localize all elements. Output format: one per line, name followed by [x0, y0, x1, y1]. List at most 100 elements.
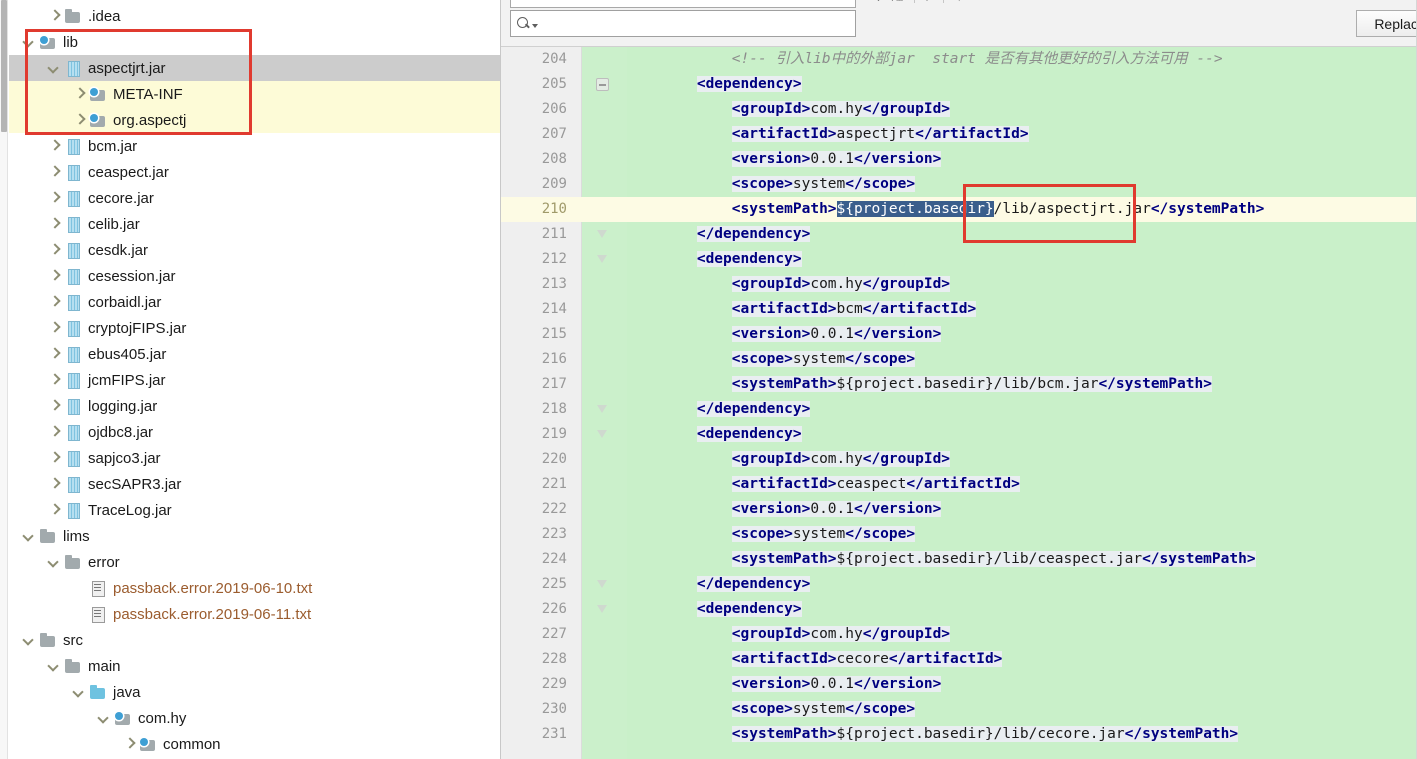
fold-gutter-cell[interactable]: [581, 97, 627, 122]
chevron-right-icon[interactable]: [46, 502, 62, 518]
chevron-right-icon[interactable]: [46, 346, 62, 362]
fold-gutter-cell[interactable]: [581, 472, 627, 497]
match-case-icon[interactable]: Aa: [892, 0, 903, 3]
fold-gutter-cell[interactable]: [581, 722, 627, 747]
chevron-right-icon[interactable]: [46, 242, 62, 258]
chevron-right-icon[interactable]: [46, 372, 62, 388]
fold-gutter-cell[interactable]: [581, 697, 627, 722]
tree-row[interactable]: aspectjrt.jar: [9, 55, 500, 81]
code-line[interactable]: 224 <systemPath>${project.basedir}/lib/c…: [501, 547, 1417, 572]
code-line[interactable]: 231 <systemPath>${project.basedir}/lib/c…: [501, 722, 1417, 747]
fold-gutter-cell[interactable]: [581, 297, 627, 322]
chevron-down-icon[interactable]: [532, 24, 538, 28]
code-line[interactable]: 213 <groupId>com.hy</groupId>: [501, 272, 1417, 297]
tree-row[interactable]: TraceLog.jar: [9, 497, 500, 523]
tree-row[interactable]: src: [9, 627, 500, 653]
chevron-right-icon[interactable]: [46, 138, 62, 154]
tree-row[interactable]: ceaspect.jar: [9, 159, 500, 185]
code-line[interactable]: 208 <version>0.0.1</version>: [501, 147, 1417, 172]
chevron-right-icon[interactable]: [46, 398, 62, 414]
filter-chevron-icon[interactable]: ▼: [955, 0, 964, 3]
tree-row[interactable]: META-INF: [9, 81, 500, 107]
tree-row[interactable]: java: [9, 679, 500, 705]
fold-gutter-cell[interactable]: [581, 322, 627, 347]
tree-row[interactable]: lims: [9, 523, 500, 549]
code-line[interactable]: 219 <dependency>: [501, 422, 1417, 447]
chevron-down-icon[interactable]: [21, 632, 37, 648]
fold-gutter-cell[interactable]: [581, 47, 627, 72]
fold-region-marker-icon[interactable]: [596, 228, 609, 241]
fold-gutter-cell[interactable]: [581, 372, 627, 397]
fold-gutter-cell[interactable]: [581, 447, 627, 472]
tree-row[interactable]: bcm.jar: [9, 133, 500, 159]
code-line[interactable]: 211 </dependency>: [501, 222, 1417, 247]
fold-gutter-cell[interactable]: [581, 647, 627, 672]
fold-gutter-cell[interactable]: [581, 622, 627, 647]
replace-button[interactable]: Replace: [1356, 10, 1417, 37]
chevron-right-icon[interactable]: [46, 190, 62, 206]
tree-row[interactable]: lib: [9, 29, 500, 55]
tree-row[interactable]: sapjco3.jar: [9, 445, 500, 471]
fold-gutter-cell[interactable]: [581, 197, 627, 222]
fold-gutter-cell[interactable]: [581, 522, 627, 547]
fold-gutter-cell[interactable]: [581, 272, 627, 297]
fold-collapse-icon[interactable]: [596, 78, 609, 91]
prev-match-icon[interactable]: ^: [861, 0, 865, 3]
tree-row[interactable]: passback.error.2019-06-10.txt: [9, 575, 500, 601]
tree-row[interactable]: main: [9, 653, 500, 679]
chevron-right-icon[interactable]: [46, 424, 62, 440]
tree-row[interactable]: logging.jar: [9, 393, 500, 419]
tree-row[interactable]: cesession.jar: [9, 263, 500, 289]
tree-row[interactable]: com.hy: [9, 705, 500, 731]
code-line[interactable]: 206 <groupId>com.hy</groupId>: [501, 97, 1417, 122]
code-line[interactable]: 220 <groupId>com.hy</groupId>: [501, 447, 1417, 472]
tree-row[interactable]: secSAPR3.jar: [9, 471, 500, 497]
project-tree-scrollbar[interactable]: [0, 0, 8, 759]
chevron-down-icon[interactable]: [96, 710, 112, 726]
fold-gutter-cell[interactable]: [581, 547, 627, 572]
chevron-down-icon[interactable]: [71, 684, 87, 700]
tree-row[interactable]: celib.jar: [9, 211, 500, 237]
fold-region-marker-icon[interactable]: [596, 403, 609, 416]
tree-row[interactable]: cesdk.jar: [9, 237, 500, 263]
code-line[interactable]: 214 <artifactId>bcm</artifactId>: [501, 297, 1417, 322]
tree-row[interactable]: cryptojFIPS.jar: [9, 315, 500, 341]
fold-gutter-cell[interactable]: [581, 122, 627, 147]
chevron-down-icon[interactable]: [21, 34, 37, 50]
fold-gutter-cell[interactable]: [581, 497, 627, 522]
code-line[interactable]: 207 <artifactId>aspectjrt</artifactId>: [501, 122, 1417, 147]
chevron-right-icon[interactable]: [46, 268, 62, 284]
tree-row[interactable]: ojdbc8.jar: [9, 419, 500, 445]
fold-region-marker-icon[interactable]: [596, 428, 609, 441]
next-match-icon[interactable]: v: [876, 0, 881, 3]
code-line[interactable]: 215 <version>0.0.1</version>: [501, 322, 1417, 347]
code-editor[interactable]: 204 <!-- 引入lib中的外部jar start 是否有其他更好的引入方法…: [501, 47, 1417, 759]
tree-row[interactable]: error: [9, 549, 500, 575]
chevron-right-icon[interactable]: [71, 112, 87, 128]
code-line[interactable]: 225 </dependency>: [501, 572, 1417, 597]
chevron-down-icon[interactable]: [46, 658, 62, 674]
code-line[interactable]: 228 <artifactId>cecore</artifactId>: [501, 647, 1417, 672]
fold-gutter-cell[interactable]: [581, 172, 627, 197]
tree-row[interactable]: common: [9, 731, 500, 757]
code-line[interactable]: 204 <!-- 引入lib中的外部jar start 是否有其他更好的引入方法…: [501, 47, 1417, 72]
tree-row[interactable]: cecore.jar: [9, 185, 500, 211]
fold-gutter-cell[interactable]: [581, 672, 627, 697]
code-line[interactable]: 221 <artifactId>ceaspect</artifactId>: [501, 472, 1417, 497]
chevron-down-icon[interactable]: [21, 528, 37, 544]
replace-input[interactable]: [510, 10, 856, 37]
chevron-right-icon[interactable]: [46, 476, 62, 492]
scrollbar-thumb[interactable]: [1, 0, 7, 132]
tree-row[interactable]: corbaidl.jar: [9, 289, 500, 315]
tree-row[interactable]: org.aspectj: [9, 107, 500, 133]
chevron-down-icon[interactable]: [46, 554, 62, 570]
code-line[interactable]: 216 <scope>system</scope>: [501, 347, 1417, 372]
regex-icon[interactable]: .*: [926, 0, 932, 3]
code-line[interactable]: 227 <groupId>com.hy</groupId>: [501, 622, 1417, 647]
code-line[interactable]: 205 <dependency>: [501, 72, 1417, 97]
chevron-right-icon[interactable]: [46, 164, 62, 180]
code-line[interactable]: 217 <systemPath>${project.basedir}/lib/b…: [501, 372, 1417, 397]
code-line[interactable]: 210 <systemPath>${project.basedir}/lib/a…: [501, 197, 1417, 222]
code-line[interactable]: 223 <scope>system</scope>: [501, 522, 1417, 547]
chevron-right-icon[interactable]: [46, 450, 62, 466]
